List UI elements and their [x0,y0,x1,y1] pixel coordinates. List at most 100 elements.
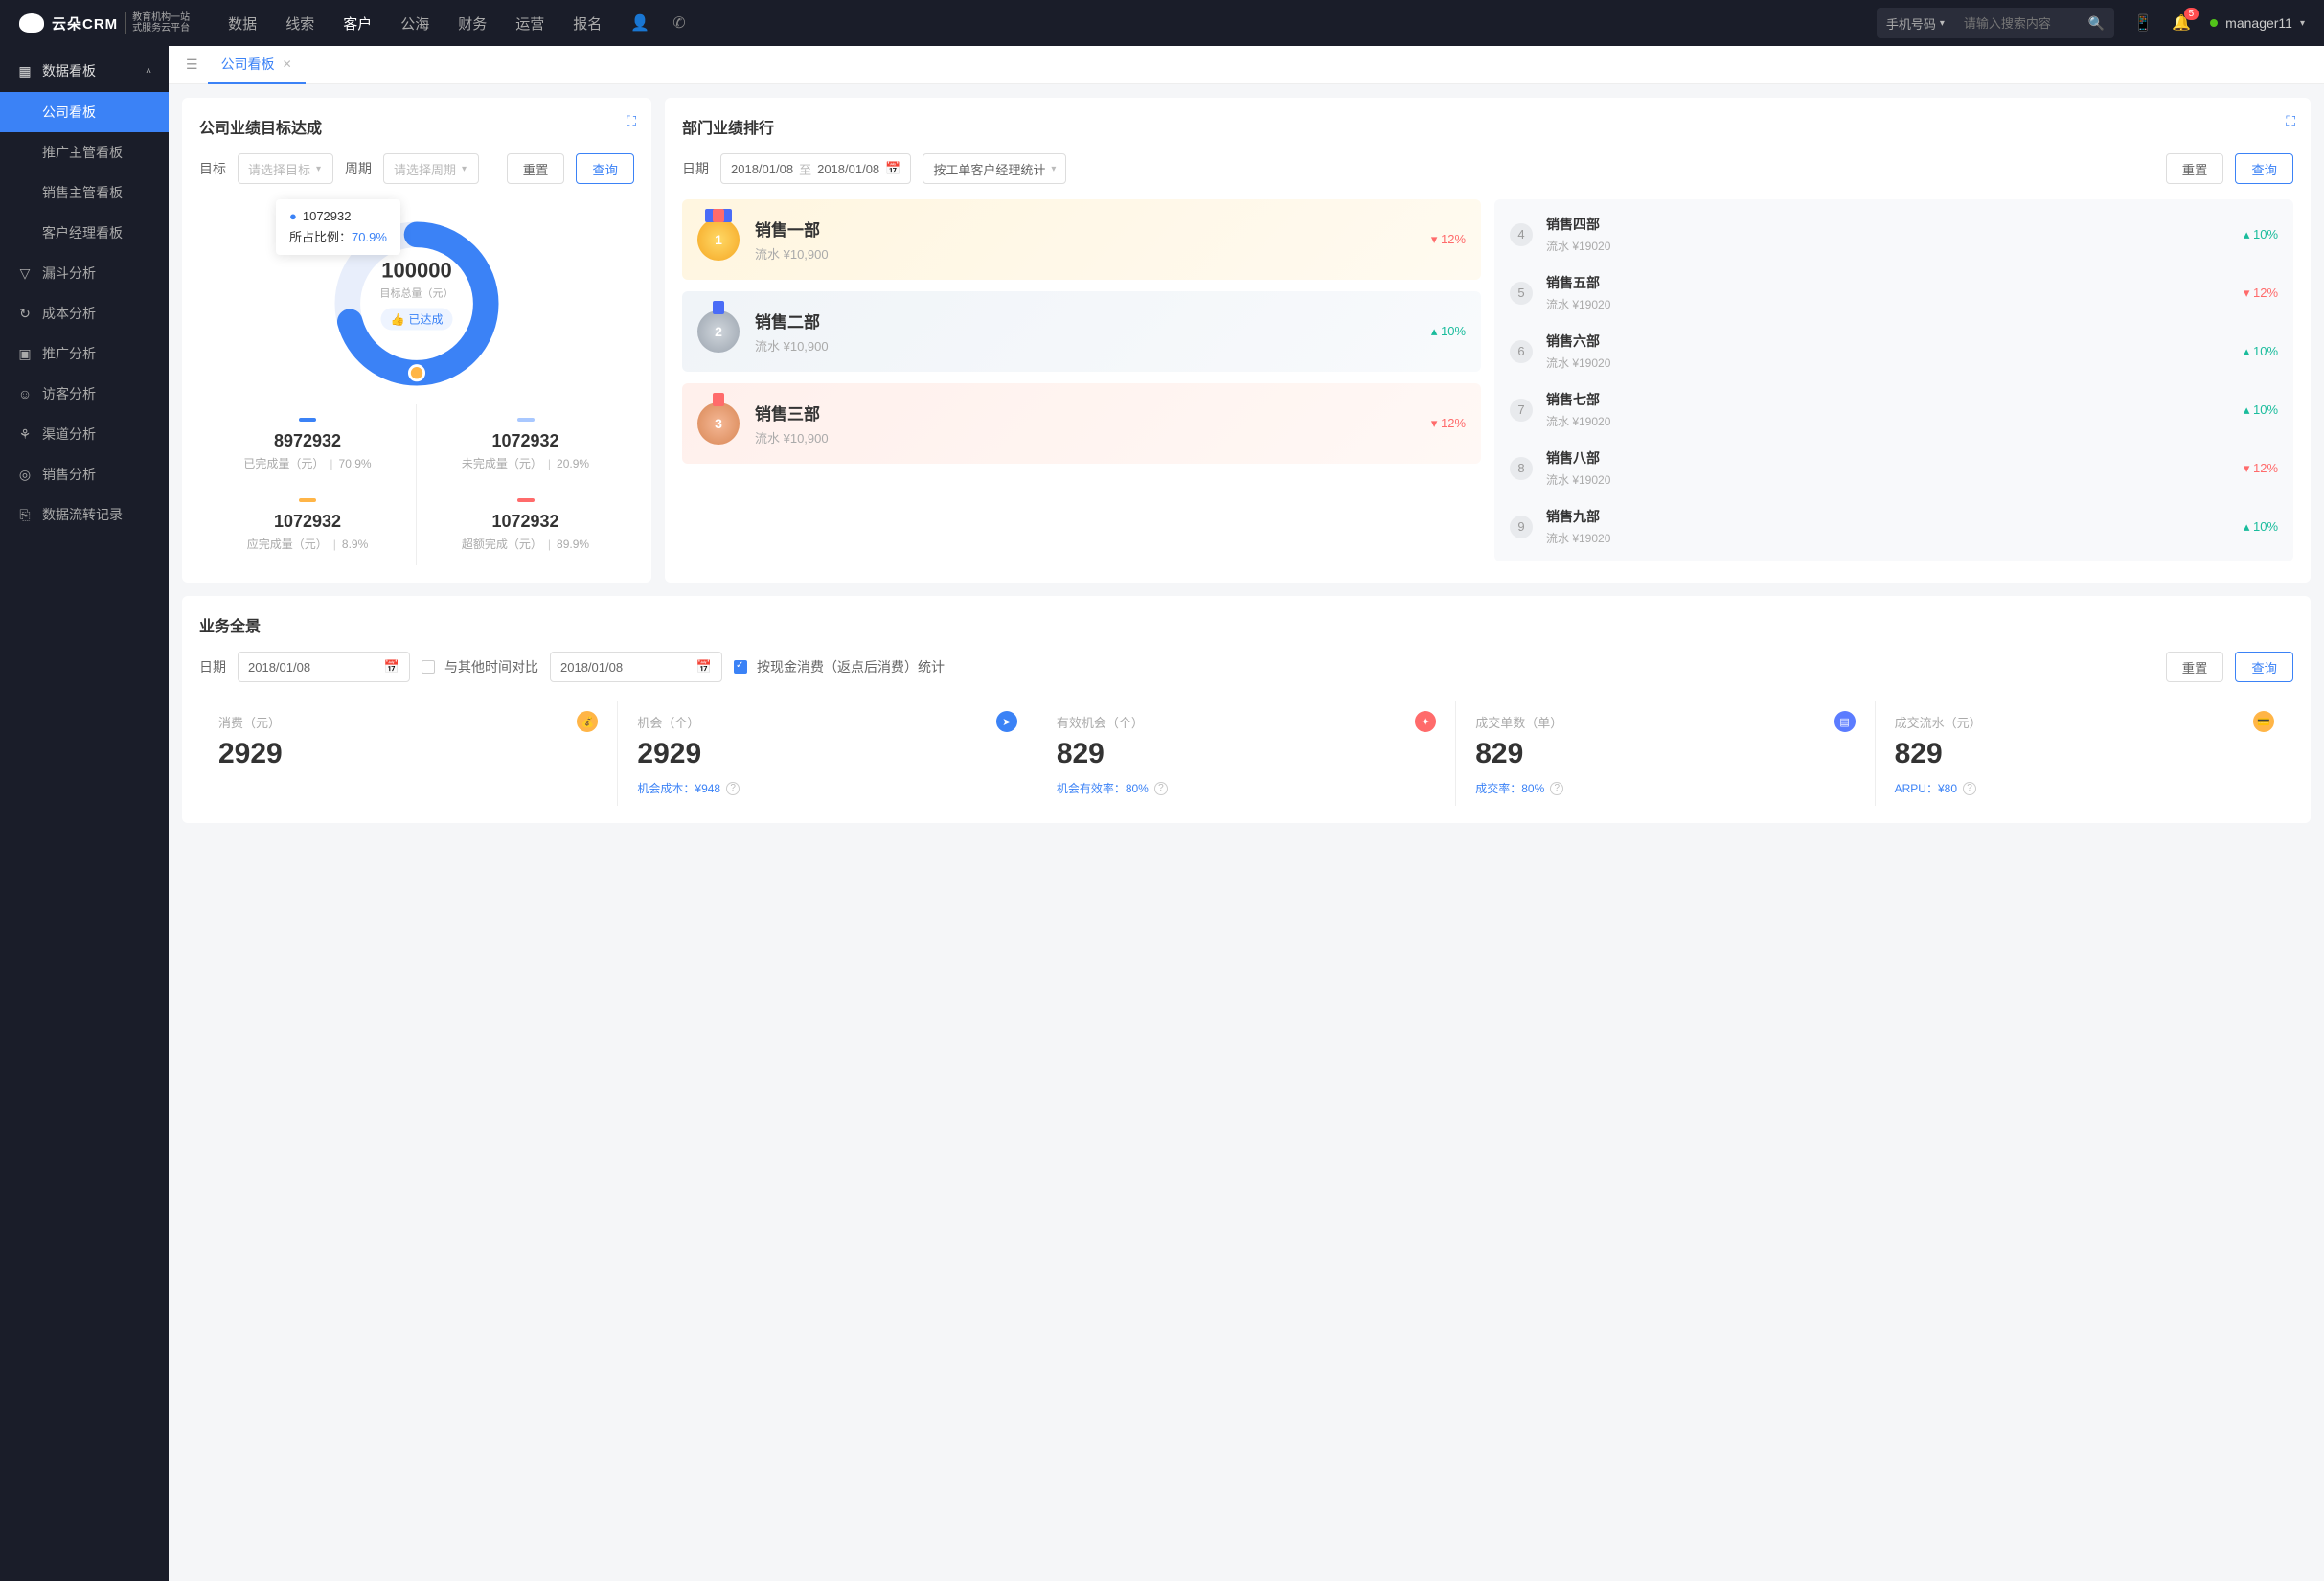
nav-item[interactable]: 财务 [458,13,487,34]
date-input-2[interactable]: 2018/01/08📅 [550,652,722,682]
query-button[interactable]: 查询 [576,153,634,184]
rank-value: 流水 ¥19020 [1546,413,1610,429]
panorama-stat: 机会（个）➤2929机会成本：¥948? [618,701,1037,806]
pano-value: 2929 [218,738,598,770]
sidebar-item[interactable]: 客户经理看板 [0,213,169,253]
help-icon[interactable]: ? [726,782,740,795]
menu-toggle-icon[interactable]: ☰ [176,57,208,73]
rank-name: 销售七部 [1546,390,1610,409]
user-menu[interactable]: manager11 ▾ [2210,15,2305,31]
date-label: 日期 [199,657,226,676]
chevron-down-icon: ▾ [462,164,467,174]
sidebar-subgroup: 公司看板推广主管看板销售主管看板客户经理看板 [0,92,169,253]
close-tab-icon[interactable]: ✕ [283,57,292,71]
rank-number: 7 [1510,399,1533,422]
phone-icon[interactable]: ✆ [672,13,685,33]
nav-item[interactable]: 线索 [285,13,314,34]
sidebar-icon: ☺ [17,386,33,401]
sidebar-item[interactable]: ▣推广分析 [0,333,169,374]
rank-number: 8 [1510,457,1533,480]
sidebar-item[interactable]: ↻成本分析 [0,293,169,333]
rank-pct: ▾ 12% [2244,461,2278,476]
panorama-title: 业务全景 [199,613,2293,636]
pano-value: 829 [1895,738,2274,770]
sidebar-item[interactable]: ▽漏斗分析 [0,253,169,293]
cash-checkbox[interactable]: 按现金消费（返点后消费）统计 [734,657,945,676]
sidebar-icon: ▣ [17,346,33,362]
sidebar-item[interactable]: 公司看板 [0,92,169,132]
nav-item[interactable]: 报名 [573,13,602,34]
target-label: 目标 [199,159,226,178]
rank-row: 5销售五部流水 ¥19020▾ 12% [1494,264,2293,322]
sidebar-item[interactable]: 推广主管看板 [0,132,169,172]
nav-item[interactable]: 客户 [343,13,372,34]
nav-item[interactable]: 数据 [228,13,257,34]
rank-name: 销售三部 [755,401,829,424]
rank-value: 流水 ¥10,900 [755,336,829,355]
expand-icon[interactable]: ⛶ [2286,113,2295,129]
rank-value: 流水 ¥19020 [1546,530,1610,546]
chevron-down-icon: ▾ [2300,18,2305,29]
stat-label: 应完成量（元）|8.9% [199,536,416,552]
reset-button[interactable]: 重置 [2166,652,2224,682]
rank-pct: ▾ 12% [1431,232,1466,247]
pano-sub-label: 机会成本：¥948 [637,780,720,796]
help-icon[interactable]: ? [1963,782,1976,795]
nav-item[interactable]: 公海 [400,13,429,34]
search-box: 手机号码▾ 🔍 [1877,8,2114,38]
query-button[interactable]: 查询 [2235,153,2293,184]
help-icon[interactable]: ? [1550,782,1563,795]
reset-button[interactable]: 重置 [2166,153,2224,184]
notifications-icon[interactable]: 🔔5 [2172,13,2191,33]
goal-title: 公司业绩目标达成 [199,115,634,138]
tab-company-board[interactable]: 公司看板 ✕ [208,46,306,84]
stat-value: 1072932 [417,512,634,532]
pano-label: 消费（元） [218,713,281,731]
chevron-down-icon: ▾ [1051,164,1056,174]
pano-label: 有效机会（个） [1057,713,1144,731]
donut-chart: ●1072932 所占比例：70.9% 100000 目标总量（元） [199,184,634,404]
rank-pct: ▴ 10% [1431,324,1466,339]
period-select[interactable]: 请选择周期▾ [383,153,479,184]
logo-subtitle: 教育机构一站 式服务云平台 [125,12,190,34]
rank-pct: ▾ 12% [1431,416,1466,431]
rank-pct: ▾ 12% [2244,286,2278,301]
stat-label: 未完成量（元）|20.9% [417,455,634,471]
target-select[interactable]: 请选择目标▾ [238,153,333,184]
rank-number: 5 [1510,282,1533,305]
reset-button[interactable]: 重置 [507,153,565,184]
sidebar-icon: ⎘ [17,507,33,523]
goal-card: 公司业绩目标达成 ⛶ 目标 请选择目标▾ 周期 请选择周期▾ 重置 查询 [182,98,651,583]
sidebar-group-header[interactable]: ▦ 数据看板 ˄ [0,50,169,92]
compare-checkbox[interactable]: 与其他时间对比 [422,657,538,676]
sidebar-item[interactable]: ◎销售分析 [0,454,169,494]
sidebar-item[interactable]: ⚘渠道分析 [0,414,169,454]
panorama-stat: 成交流水（元）💳829ARPU：¥80? [1876,701,2293,806]
stat-value: 8972932 [199,431,416,451]
stat-by-select[interactable]: 按工单客户经理统计▾ [923,153,1066,184]
search-button[interactable]: 🔍 [2079,15,2114,32]
sidebar-item[interactable]: 销售主管看板 [0,172,169,213]
medal-icon: 1 [697,218,740,261]
sidebar-item[interactable]: ☺访客分析 [0,374,169,414]
query-button[interactable]: 查询 [2235,652,2293,682]
rank-pct: ▴ 10% [2244,344,2278,359]
search-input[interactable] [1954,16,2079,31]
pano-sub-label: ARPU：¥80 [1895,780,1957,796]
mobile-icon[interactable]: 📱 [2133,13,2153,33]
search-type-select[interactable]: 手机号码▾ [1877,14,1954,33]
date-input-1[interactable]: 2018/01/08📅 [238,652,410,682]
ranking-rest: 4销售四部流水 ¥19020▴ 10%5销售五部流水 ¥19020▾ 12%6销… [1494,199,2293,561]
rank-pct: ▴ 10% [2244,519,2278,535]
nav-item[interactable]: 运营 [515,13,544,34]
sidebar-item[interactable]: ⎘数据流转记录 [0,494,169,535]
header: 云朵CRM 教育机构一站 式服务云平台 数据线索客户公海财务运营报名 👤 ✆ 手… [0,0,2324,46]
rank-top-card: 3销售三部流水 ¥10,900▾ 12% [682,383,1481,464]
expand-icon[interactable]: ⛶ [627,113,636,129]
user-icon[interactable]: 👤 [630,13,649,33]
help-icon[interactable]: ? [1154,782,1168,795]
status-indicator [2210,19,2218,27]
date-range-input[interactable]: 2018/01/08 至 2018/01/08 📅 [720,153,911,184]
pano-icon: ▤ [1834,711,1856,732]
medal-icon: 2 [697,310,740,353]
